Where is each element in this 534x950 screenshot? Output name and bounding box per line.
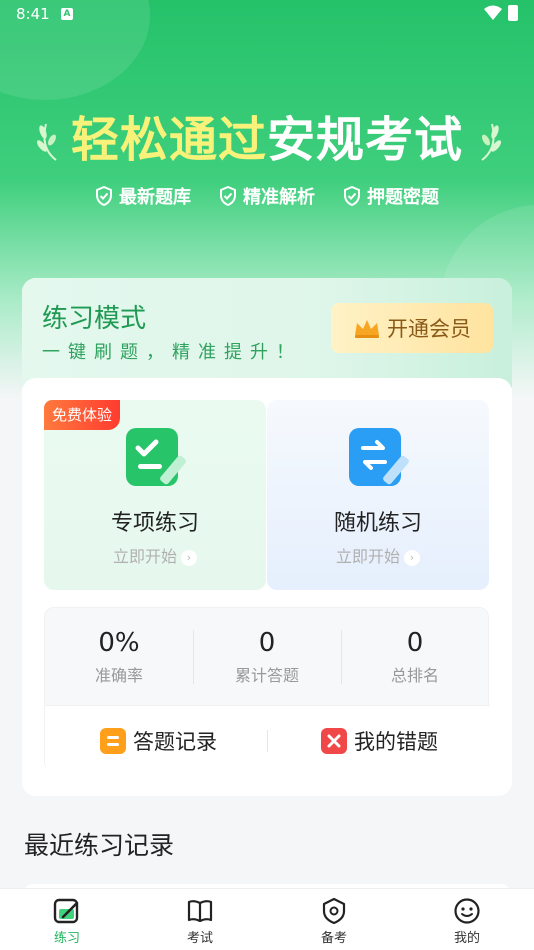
random-practice-card[interactable]: 随机练习 立即开始 › — [267, 400, 489, 590]
shield-check-icon — [220, 186, 236, 206]
answer-record-label: 答题记录 — [133, 730, 217, 754]
stat-value: 0 — [406, 628, 424, 658]
free-trial-badge: 免费体验 — [44, 400, 120, 430]
feature-label: 精准解析 — [243, 187, 315, 208]
mode-body: 专项练习 立即开始 › 免费体验 随机练习 立即开始 › 0% 准确率 0 累计… — [22, 378, 512, 796]
answer-record-button[interactable]: 答题记录 — [99, 726, 217, 756]
stat-label: 累计答题 — [234, 666, 299, 685]
mode-subtitle: 一键刷题，精准提升！ — [42, 342, 302, 363]
tab-label: 备考 — [320, 931, 347, 946]
battery-icon — [508, 5, 518, 21]
special-practice-start[interactable]: 立即开始 › — [44, 543, 266, 567]
feature-label: 押题密题 — [367, 187, 439, 208]
divider — [267, 730, 268, 752]
feature-label: 最新题库 — [119, 187, 191, 208]
action-row: 答题记录 我的错题 — [45, 705, 490, 773]
feature-item: 押题密题 — [343, 182, 439, 210]
my-mistakes-button[interactable]: 我的错题 — [320, 726, 438, 756]
practice-mode-card: 练习模式 一键刷题，精准提升！ 开通会员 专项练习 立即开始 › 免费体验 随机… — [22, 278, 512, 796]
tab-mine[interactable]: 我的 — [427, 897, 507, 946]
bottom-tab-bar: 练习 考试 备考 我的 — [0, 888, 534, 950]
feature-item: 最新题库 — [95, 182, 191, 210]
wifi-icon — [484, 5, 502, 20]
a-icon: A — [61, 8, 73, 20]
shield-check-icon — [96, 186, 112, 206]
checklist-edit-icon — [126, 428, 186, 486]
tab-label: 我的 — [453, 931, 480, 946]
chevron-right-icon: › — [404, 550, 420, 566]
tab-label: 考试 — [186, 931, 213, 946]
stat-accuracy: 0% 准确率 — [45, 628, 193, 686]
stat-value: 0 — [258, 628, 276, 658]
open-vip-button[interactable]: 开通会员 — [331, 303, 493, 353]
shield-heart-icon — [322, 897, 346, 925]
smiley-icon — [454, 898, 480, 924]
shuffle-edit-icon — [349, 428, 409, 486]
tab-prepare[interactable]: 备考 — [294, 897, 374, 946]
headline-highlight: 轻松通过 — [70, 112, 267, 168]
feature-list: 最新题库 精准解析 押题密题 — [0, 182, 534, 210]
mode-title: 练习模式 — [42, 304, 147, 334]
headline-rest: 安规考试 — [267, 112, 464, 168]
hero-headline: 轻松通过安规考试 — [0, 110, 534, 170]
recent-records-title: 最近练习记录 — [24, 831, 175, 860]
stats-panel: 0% 准确率 0 累计答题 0 总排名 答题记录 我的错题 — [44, 607, 490, 773]
practice-edit-icon — [53, 898, 79, 924]
shield-check-icon — [344, 186, 360, 206]
status-time: 8:41 — [16, 5, 50, 23]
feature-item: 精准解析 — [219, 182, 315, 210]
document-icon — [100, 728, 126, 754]
stat-label: 总排名 — [390, 666, 439, 685]
book-icon — [187, 900, 213, 923]
special-practice-title: 专项练习 — [110, 511, 199, 536]
tab-practice[interactable]: 练习 — [27, 897, 107, 946]
stat-total-answered: 0 累计答题 — [193, 628, 341, 686]
mode-header: 练习模式 一键刷题，精准提升！ 开通会员 — [22, 278, 512, 388]
start-label: 立即开始 — [112, 547, 177, 566]
crown-icon — [355, 320, 379, 338]
random-practice-title: 随机练习 — [333, 511, 422, 536]
my-mistakes-label: 我的错题 — [354, 730, 438, 754]
tab-label: 练习 — [53, 931, 80, 946]
stat-value: 0% — [98, 628, 140, 658]
chevron-right-icon: › — [181, 550, 197, 566]
random-practice-start[interactable]: 立即开始 › — [267, 543, 489, 567]
close-box-icon — [321, 728, 347, 754]
status-bar: 8:41 A — [0, 0, 534, 28]
stat-label: 准确率 — [94, 666, 143, 685]
start-label: 立即开始 — [335, 547, 400, 566]
stat-rank: 0 总排名 — [341, 628, 489, 686]
tab-exam[interactable]: 考试 — [160, 897, 240, 946]
vip-label: 开通会员 — [387, 317, 471, 341]
